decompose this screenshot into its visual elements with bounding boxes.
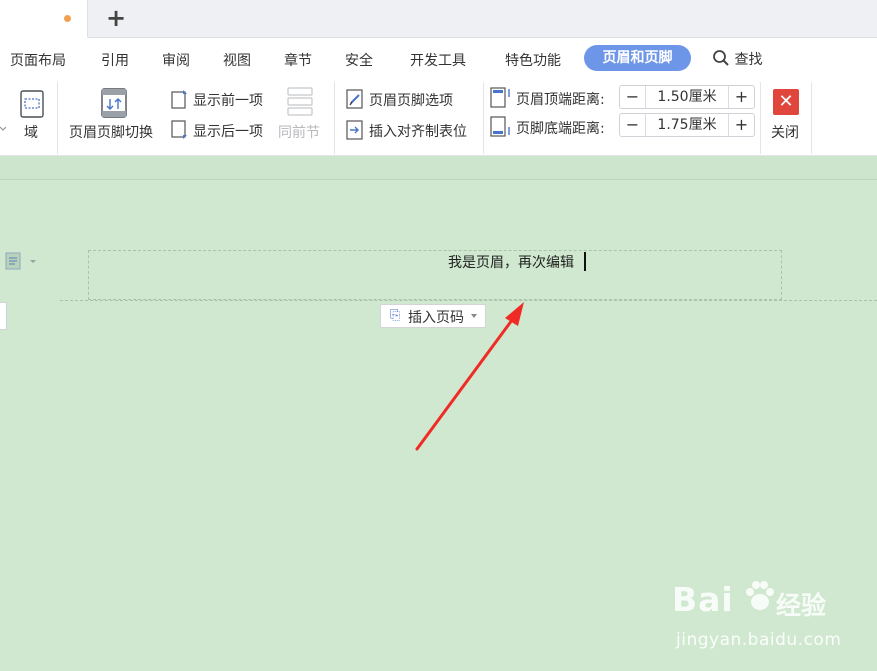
- paw-icon: [746, 581, 774, 610]
- watermark-tail: 经验: [776, 591, 827, 620]
- watermark-url: jingyan.baidu.com: [676, 630, 842, 650]
- watermark-brand: Bai: [672, 580, 734, 619]
- baidu-watermark: Bai 经验 jingyan.baidu.com: [672, 578, 872, 658]
- annotation-arrow: [415, 302, 524, 451]
